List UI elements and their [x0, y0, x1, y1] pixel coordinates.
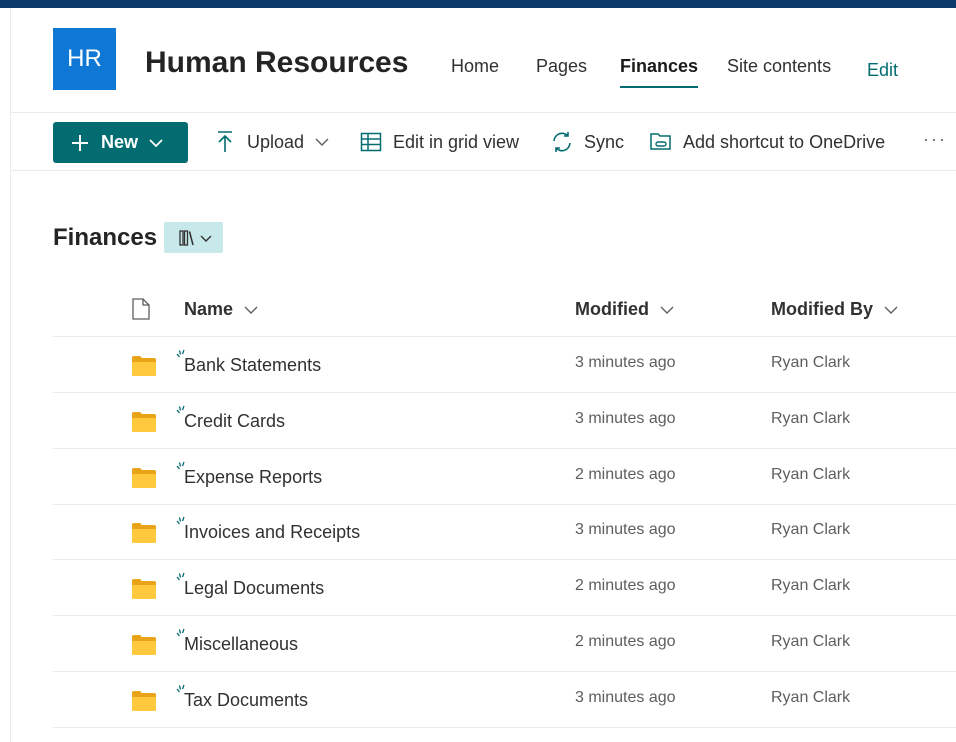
upload-icon: [213, 130, 237, 154]
chevron-down-icon: [148, 135, 164, 151]
plus-icon: [71, 134, 89, 152]
shortcut-icon: [649, 130, 673, 154]
row-modified-by: Ryan Clark: [771, 689, 851, 706]
library-view-icon: [178, 229, 211, 246]
library-title: Finances: [53, 224, 158, 251]
column-header-modified-by-label: Modified By: [771, 299, 873, 319]
row-name[interactable]: Credit Cards: [184, 411, 285, 432]
table-row[interactable]: Bank Statements 3 minutes ago Ryan Clark: [53, 337, 956, 393]
suite-bar: [0, 0, 956, 8]
folder-icon: [131, 467, 157, 489]
folder-icon: [131, 411, 157, 433]
table-row[interactable]: Invoices and Receipts 3 minutes ago Ryan…: [53, 504, 956, 560]
nav-finances[interactable]: Finances: [620, 56, 699, 88]
row-modified-by: Ryan Clark: [771, 577, 851, 594]
sync-button[interactable]: Sync: [550, 129, 624, 155]
table-row[interactable]: Legal Documents 2 minutes ago Ryan Clark: [53, 560, 956, 616]
row-modified: 2 minutes ago: [575, 633, 676, 650]
grid-icon: [359, 130, 383, 154]
column-header-name[interactable]: Name: [184, 299, 259, 320]
column-header-modified-label: Modified: [575, 299, 649, 319]
row-modified: 2 minutes ago: [575, 577, 676, 594]
row-name[interactable]: Expense Reports: [184, 467, 322, 488]
folder-icon: [131, 578, 157, 600]
file-type-icon[interactable]: [131, 298, 153, 322]
site-logo[interactable]: HR: [53, 28, 116, 90]
new-button-label: New: [101, 132, 139, 152]
command-bar: New Upload Edit in grid view Sync Add sh…: [11, 113, 956, 171]
table-row[interactable]: Credit Cards 3 minutes ago Ryan Clark: [53, 393, 956, 449]
row-name[interactable]: Bank Statements: [184, 355, 321, 376]
add-shortcut-button[interactable]: Add shortcut to OneDrive: [649, 129, 885, 155]
nav-pages[interactable]: Pages: [536, 56, 587, 77]
upload-button[interactable]: Upload: [213, 129, 330, 155]
list-header: Name Modified Modified By: [53, 281, 956, 337]
nav-home[interactable]: Home: [451, 56, 499, 77]
folder-icon: [131, 634, 157, 656]
sync-label: Sync: [584, 131, 625, 152]
more-options-button[interactable]: ···: [923, 129, 947, 150]
row-modified-by: Ryan Clark: [771, 354, 851, 371]
row-modified-by: Ryan Clark: [771, 633, 851, 650]
row-name[interactable]: Miscellaneous: [184, 634, 298, 655]
chevron-down-icon: [314, 134, 330, 150]
row-name[interactable]: Legal Documents: [184, 578, 324, 599]
chevron-down-icon: [659, 302, 675, 318]
folder-icon: [131, 690, 157, 712]
column-header-modified[interactable]: Modified: [575, 299, 675, 320]
add-shortcut-label: Add shortcut to OneDrive: [683, 131, 886, 152]
column-header-name-label: Name: [184, 299, 234, 319]
row-modified: 3 minutes ago: [575, 521, 676, 538]
row-modified: 3 minutes ago: [575, 410, 676, 427]
edit-grid-view-button[interactable]: Edit in grid view: [359, 129, 519, 155]
row-name[interactable]: Invoices and Receipts: [184, 522, 360, 543]
folder-icon: [131, 355, 157, 377]
nav-site-contents[interactable]: Site contents: [727, 56, 831, 77]
table-row[interactable]: Tax Documents 3 minutes ago Ryan Clark: [53, 672, 956, 728]
edit-grid-view-label: Edit in grid view: [393, 131, 520, 152]
table-row[interactable]: Expense Reports 2 minutes ago Ryan Clark: [53, 449, 956, 505]
row-modified-by: Ryan Clark: [771, 410, 851, 427]
chevron-down-icon: [883, 302, 899, 318]
chevron-down-icon: [243, 302, 259, 318]
folder-icon: [131, 522, 157, 544]
row-modified: 3 minutes ago: [575, 354, 676, 371]
row-modified-by: Ryan Clark: [771, 466, 851, 483]
column-header-modified-by[interactable]: Modified By: [771, 299, 899, 320]
site-title[interactable]: Human Resources: [145, 46, 408, 80]
row-name[interactable]: Tax Documents: [184, 690, 308, 711]
row-modified-by: Ryan Clark: [771, 521, 851, 538]
sync-icon: [550, 130, 574, 154]
nav-edit-link[interactable]: Edit: [867, 60, 898, 81]
upload-label: Upload: [247, 131, 305, 152]
row-modified: 3 minutes ago: [575, 689, 676, 706]
view-options-button[interactable]: [164, 222, 223, 253]
table-row[interactable]: Miscellaneous 2 minutes ago Ryan Clark: [53, 616, 956, 672]
row-modified: 2 minutes ago: [575, 466, 676, 483]
new-button[interactable]: New: [53, 122, 188, 163]
site-header: HR Human Resources Home Pages Finances S…: [11, 8, 956, 113]
